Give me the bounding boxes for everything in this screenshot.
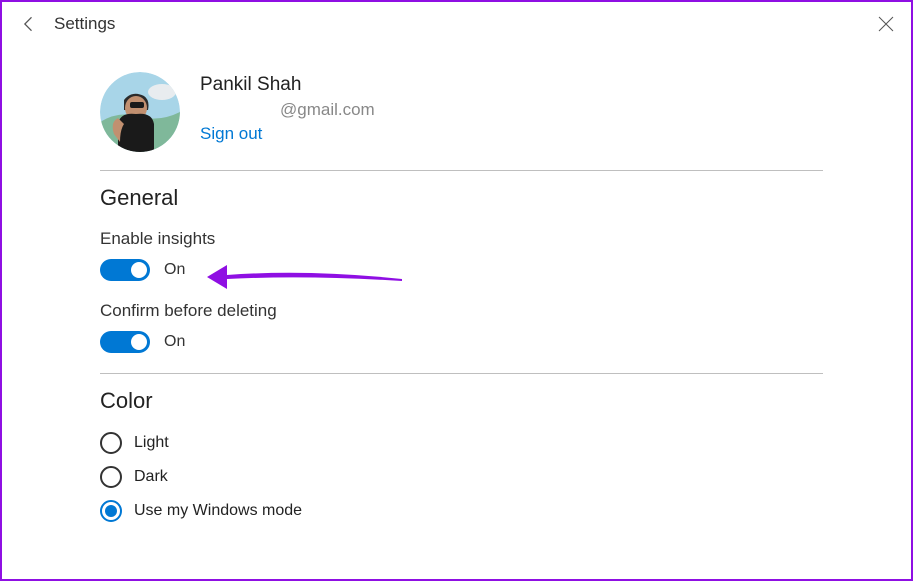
titlebar: Settings <box>2 2 911 46</box>
profile-info: Pankil Shah @gmail.com Sign out <box>200 72 375 144</box>
enable-insights-label: Enable insights <box>100 229 823 249</box>
radio-label: Light <box>134 434 169 452</box>
content-area: Pankil Shah @gmail.com Sign out General … <box>2 46 911 522</box>
setting-enable-insights: Enable insights On <box>100 229 823 281</box>
confirm-delete-state: On <box>164 333 185 351</box>
divider <box>100 373 823 374</box>
radio-icon <box>100 466 122 488</box>
window-title: Settings <box>54 14 115 34</box>
radio-icon <box>100 432 122 454</box>
setting-confirm-delete: Confirm before deleting On <box>100 301 823 353</box>
settings-window: Settings <box>0 0 913 581</box>
avatar <box>100 72 180 152</box>
enable-insights-toggle[interactable] <box>100 259 150 281</box>
divider <box>100 170 823 171</box>
enable-insights-state: On <box>164 261 185 279</box>
sign-out-link[interactable]: Sign out <box>200 124 262 144</box>
arrow-left-icon <box>19 14 39 34</box>
section-heading-general: General <box>100 185 823 211</box>
profile-email: @gmail.com <box>280 100 375 120</box>
close-button[interactable] <box>871 9 901 39</box>
radio-icon <box>100 500 122 522</box>
radio-label: Dark <box>134 468 168 486</box>
close-icon <box>878 16 894 32</box>
confirm-delete-label: Confirm before deleting <box>100 301 823 321</box>
confirm-delete-toggle[interactable] <box>100 331 150 353</box>
color-option-light[interactable]: Light <box>100 432 823 454</box>
color-option-dark[interactable]: Dark <box>100 466 823 488</box>
section-heading-color: Color <box>100 388 823 414</box>
color-option-windows-mode[interactable]: Use my Windows mode <box>100 500 823 522</box>
radio-label: Use my Windows mode <box>134 502 302 520</box>
profile-section: Pankil Shah @gmail.com Sign out <box>100 72 823 152</box>
profile-name: Pankil Shah <box>200 74 375 96</box>
back-button[interactable] <box>14 9 44 39</box>
